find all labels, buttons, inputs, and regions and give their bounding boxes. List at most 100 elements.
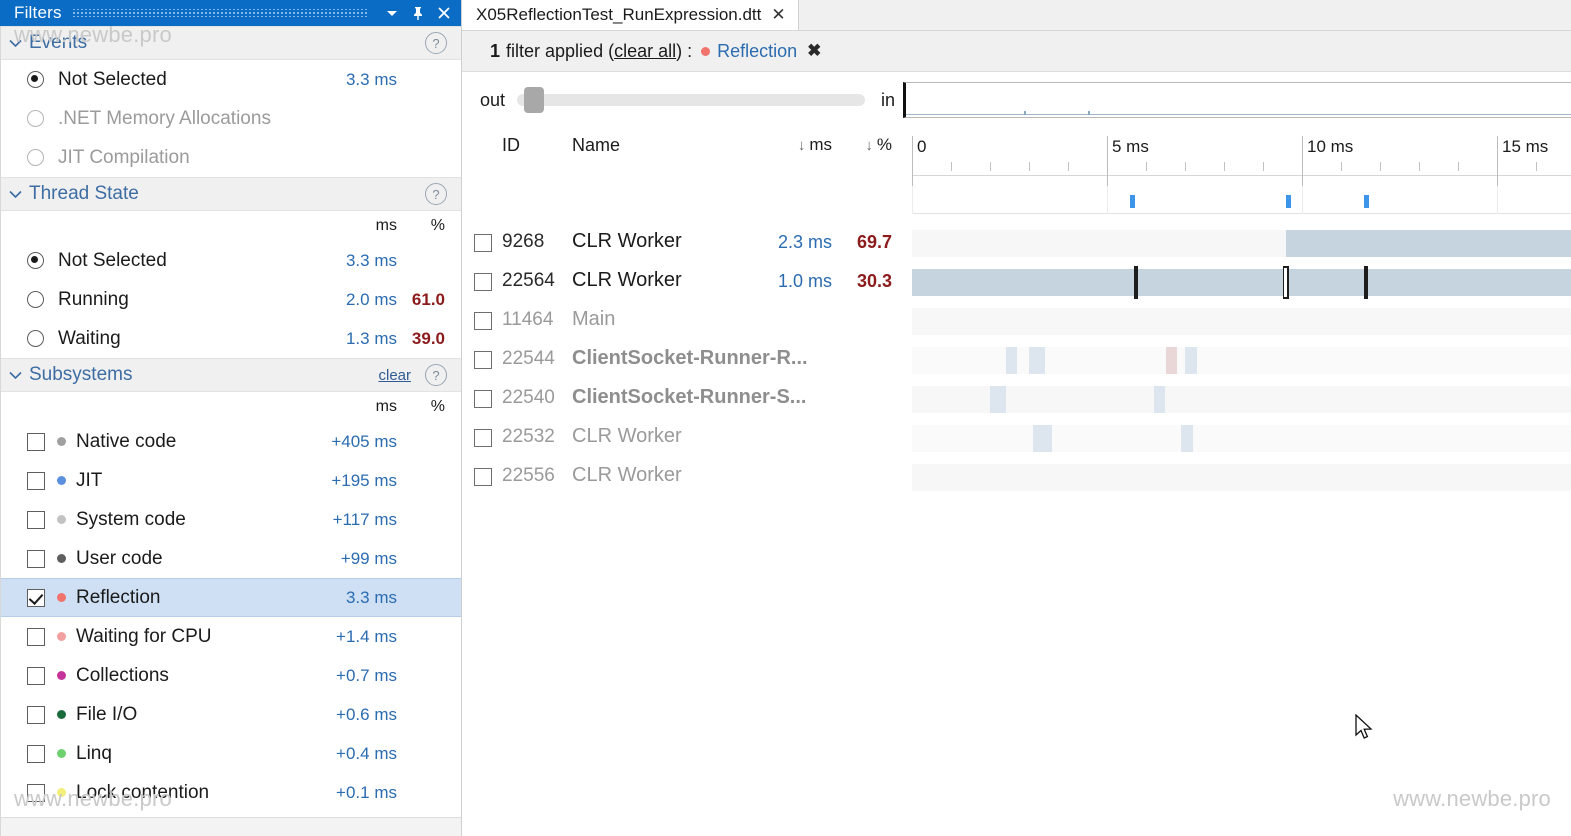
remove-filter-icon[interactable]: ✖ — [807, 41, 821, 61]
timeline-span[interactable] — [1033, 425, 1053, 452]
clear-all-link[interactable]: clear all — [614, 41, 676, 62]
radio-icon[interactable] — [27, 71, 44, 88]
row-thread-id: 22556 — [502, 465, 555, 487]
checkbox-icon[interactable] — [27, 745, 45, 763]
subsystem-ms: +117 ms — [311, 510, 397, 530]
reflection-color-dot — [701, 47, 710, 56]
close-icon[interactable] — [431, 1, 457, 25]
zoom-slider[interactable] — [517, 94, 865, 106]
checkbox-icon[interactable] — [27, 667, 45, 685]
section-header-subsystems[interactable]: Subsystems clear ? — [1, 358, 461, 392]
radio-icon[interactable] — [27, 330, 44, 347]
radio-row-events-not-selected[interactable]: Not Selected 3.3 ms — [1, 60, 461, 99]
col-header-id[interactable]: ID — [502, 135, 520, 156]
row-checkbox[interactable] — [474, 273, 492, 291]
col-header-ms[interactable]: ↓ms — [742, 135, 832, 155]
zoom-slider-thumb[interactable] — [524, 87, 544, 113]
row-checkbox[interactable] — [474, 468, 492, 486]
subsystem-row-linq[interactable]: Linq+0.4 ms — [1, 734, 461, 773]
section-header-thread-state[interactable]: Thread State ? — [1, 177, 461, 211]
timeline-span[interactable] — [1185, 347, 1197, 374]
col-header-pct[interactable]: ↓% — [842, 135, 892, 155]
event-marker[interactable] — [1130, 195, 1135, 208]
checkbox-icon[interactable] — [27, 472, 45, 490]
radio-icon[interactable] — [27, 110, 44, 127]
timeline-span[interactable] — [1166, 347, 1178, 374]
subsystem-row-lock-contention[interactable]: Lock contention+0.1 ms — [1, 773, 461, 812]
timeline-span[interactable] — [1029, 347, 1045, 374]
time-ruler[interactable]: 05 ms10 ms15 ms20 ms25 ms30 ms — [912, 128, 1571, 186]
checkbox-icon[interactable] — [27, 550, 45, 568]
checkbox-icon[interactable] — [27, 784, 45, 802]
section-header-events[interactable]: Events ? — [1, 26, 461, 60]
radio-icon[interactable] — [27, 291, 44, 308]
events-lane[interactable] — [912, 186, 1571, 214]
pin-icon[interactable] — [405, 1, 431, 25]
timeline-span[interactable] — [1181, 425, 1193, 452]
radio-icon[interactable] — [27, 149, 44, 166]
filters-scroll-area[interactable]: Events ? Not Selected 3.3 ms .NET Memory… — [0, 26, 461, 836]
row-checkbox[interactable] — [474, 429, 492, 447]
timeline-marker[interactable] — [1364, 266, 1368, 299]
checkbox-icon[interactable] — [27, 433, 45, 451]
clear-subsystems-link[interactable]: clear — [378, 367, 411, 384]
subsystem-label: Lock contention — [76, 782, 209, 804]
table-row[interactable]: 22564CLR Worker1.0 ms30.3 — [462, 263, 1571, 302]
radio-row-thread-not-selected[interactable]: Not Selected 3.3 ms — [1, 241, 461, 280]
row-checkbox[interactable] — [474, 351, 492, 369]
subsystem-row-native-code[interactable]: Native code+405 ms — [1, 422, 461, 461]
dropdown-icon[interactable] — [379, 1, 405, 25]
radio-row-waiting[interactable]: Waiting 1.3 ms 39.0 — [1, 319, 461, 358]
help-icon[interactable]: ? — [425, 32, 447, 54]
timeline-span[interactable] — [1006, 347, 1018, 374]
row-thread-name: CLR Worker — [572, 425, 682, 448]
col-header-name[interactable]: Name — [572, 135, 620, 156]
timeline-span[interactable] — [1286, 230, 1571, 257]
section-title: Thread State — [29, 183, 139, 205]
row-checkbox[interactable] — [474, 312, 492, 330]
radio-icon[interactable] — [27, 252, 44, 269]
subsystem-row-reflection[interactable]: Reflection3.3 ms — [1, 578, 461, 617]
table-row[interactable]: 22556CLR Worker — [462, 458, 1571, 497]
row-track-bg — [912, 308, 1571, 335]
timeline-span[interactable] — [912, 269, 1571, 296]
tab-close-icon[interactable]: ✕ — [771, 5, 785, 25]
event-marker[interactable] — [1286, 195, 1291, 208]
row-checkbox[interactable] — [474, 390, 492, 408]
subsystem-row-collections[interactable]: Collections+0.7 ms — [1, 656, 461, 695]
subsystem-color-dot — [57, 671, 66, 680]
timeline-minimap[interactable] — [903, 82, 1571, 118]
radio-row-jit-compilation[interactable]: JIT Compilation — [1, 138, 461, 177]
ruler-minor-tick — [1185, 162, 1186, 171]
row-thread-id: 9268 — [502, 231, 544, 253]
checkbox-icon[interactable] — [27, 589, 45, 607]
subsystem-row-system-code[interactable]: System code+117 ms — [1, 500, 461, 539]
row-checkbox[interactable] — [474, 234, 492, 252]
subsystem-row-user-code[interactable]: User code+99 ms — [1, 539, 461, 578]
radio-row-running[interactable]: Running 2.0 ms 61.0 — [1, 280, 461, 319]
checkbox-icon[interactable] — [27, 628, 45, 646]
checkbox-icon[interactable] — [27, 511, 45, 529]
tab-trace-file[interactable]: X05ReflectionTest_RunExpression.dtt ✕ — [462, 0, 799, 30]
radio-row-net-memory-allocations[interactable]: .NET Memory Allocations — [1, 99, 461, 138]
subsystem-row-waiting-for-cpu[interactable]: Waiting for CPU+1.4 ms — [1, 617, 461, 656]
table-row[interactable]: 22544ClientSocket-Runner-R... — [462, 341, 1571, 380]
col-header-pct-label: % — [877, 135, 892, 154]
event-marker[interactable] — [1364, 195, 1369, 208]
filters-titlebar: Filters — [0, 0, 461, 26]
timeline-span[interactable] — [990, 386, 1006, 413]
timeline-marker[interactable] — [1134, 266, 1138, 299]
table-row[interactable]: 9268CLR Worker2.3 ms69.7 — [462, 224, 1571, 263]
help-icon[interactable]: ? — [425, 364, 447, 386]
subsystem-row-file-i-o[interactable]: File I/O+0.6 ms — [1, 695, 461, 734]
timeline-span[interactable] — [1154, 386, 1166, 413]
filter-chip-label[interactable]: Reflection — [717, 41, 797, 62]
table-row[interactable]: 22532CLR Worker — [462, 419, 1571, 458]
table-row[interactable]: 11464Main — [462, 302, 1571, 341]
timeline-marker[interactable] — [1283, 266, 1289, 299]
table-row[interactable]: 22540ClientSocket-Runner-S... — [462, 380, 1571, 419]
checkbox-icon[interactable] — [27, 706, 45, 724]
subsystem-row-jit[interactable]: JIT+195 ms — [1, 461, 461, 500]
help-icon[interactable]: ? — [425, 183, 447, 205]
option-label: Waiting — [58, 328, 121, 350]
